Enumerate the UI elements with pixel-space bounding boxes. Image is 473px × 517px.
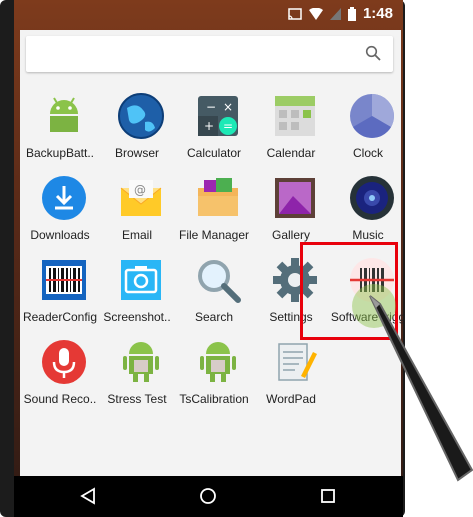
- search-bar[interactable]: [26, 36, 393, 72]
- android-box-icon: [200, 342, 236, 382]
- phone-screen: 1:48 BackupBatt.. Browser − × + = Calcul…: [14, 0, 403, 517]
- highlight-box: [300, 242, 398, 340]
- app-browser[interactable]: Browser: [97, 92, 177, 162]
- app-label: Music: [352, 228, 384, 242]
- app-gallery[interactable]: Gallery: [251, 174, 331, 244]
- app-clock[interactable]: Clock: [328, 92, 403, 162]
- back-icon[interactable]: [76, 484, 100, 508]
- status-bar: 1:48: [14, 0, 403, 26]
- notepad-icon: [278, 343, 317, 381]
- svg-text:=: =: [223, 119, 233, 133]
- clock-icon: [350, 94, 394, 138]
- app-label: WordPad: [266, 392, 316, 406]
- app-label: Clock: [352, 146, 383, 160]
- envelope-icon: @: [120, 180, 162, 216]
- speaker-icon: [350, 176, 394, 220]
- download-icon: [42, 176, 86, 220]
- svg-text:+: +: [204, 119, 214, 133]
- app-sound-recorder[interactable]: Sound Reco..: [20, 338, 100, 408]
- status-time: 1:48: [362, 5, 393, 22]
- app-downloads[interactable]: Downloads: [20, 174, 100, 244]
- android-box-icon: [123, 342, 159, 382]
- app-stress-test[interactable]: Stress Test: [97, 338, 177, 408]
- device-frame: 1:48 BackupBatt.. Browser − × + = Calcul…: [0, 0, 405, 517]
- home-icon[interactable]: [196, 484, 220, 508]
- android-icon: [50, 97, 78, 132]
- app-screenshot[interactable]: Screenshot..: [97, 256, 177, 326]
- app-tscalibration[interactable]: TsCalibration: [174, 338, 254, 408]
- search-icon[interactable]: [365, 45, 381, 61]
- folder-icon: [198, 178, 238, 216]
- barcode-icon: [42, 260, 86, 300]
- app-wordpad[interactable]: WordPad: [251, 338, 331, 408]
- cast-icon: [288, 7, 302, 20]
- microphone-icon: [42, 340, 86, 384]
- camera-icon: [121, 260, 161, 300]
- picture-icon: [275, 178, 315, 218]
- app-file-manager[interactable]: File Manager: [174, 174, 254, 244]
- app-search[interactable]: Search: [174, 256, 254, 326]
- magnifier-icon: [198, 260, 241, 303]
- svg-text:@: @: [134, 183, 146, 197]
- svg-text:×: ×: [223, 100, 233, 114]
- calculator-icon: − × + =: [198, 96, 238, 136]
- recents-icon[interactable]: [316, 484, 340, 508]
- app-email[interactable]: @ Email: [97, 174, 177, 244]
- app-calendar[interactable]: Calendar: [251, 92, 331, 162]
- app-music[interactable]: Music: [328, 174, 403, 244]
- globe-icon: [118, 93, 164, 139]
- navigation-bar: [14, 476, 403, 517]
- battery-icon: [347, 6, 356, 21]
- svg-text:−: −: [206, 100, 216, 114]
- wifi-icon: [308, 7, 323, 20]
- app-calculator[interactable]: − × + = Calculator: [174, 92, 254, 162]
- app-backupbatt[interactable]: BackupBatt..: [20, 92, 100, 162]
- app-readerconfig[interactable]: ReaderConfig: [20, 256, 100, 326]
- calendar-icon: [275, 96, 315, 136]
- signal-icon: [329, 7, 341, 20]
